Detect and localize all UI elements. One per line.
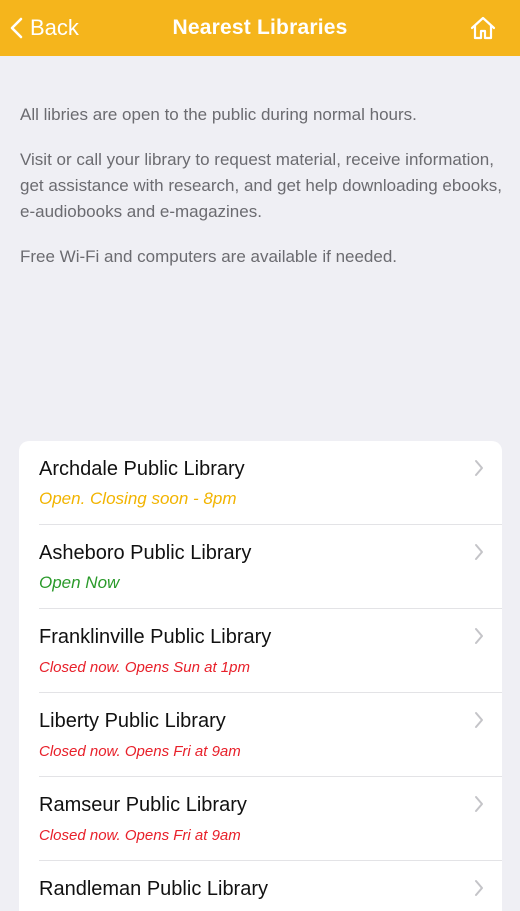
library-row-randleman[interactable]: Randleman Public Library: [19, 861, 502, 911]
back-button[interactable]: Back: [8, 0, 79, 56]
chevron-right-icon: [475, 796, 483, 812]
chevron-right-icon: [475, 628, 483, 644]
chevron-right-icon: [475, 712, 483, 728]
library-row-ramseur[interactable]: Ramseur Public Library Closed now. Opens…: [19, 777, 502, 861]
back-label: Back: [30, 15, 79, 40]
library-name: Randleman Public Library: [39, 878, 269, 900]
page-title: Nearest Libraries: [172, 16, 348, 39]
home-button[interactable]: [468, 14, 498, 42]
library-status: Closed now. Opens Fri at 9am: [39, 743, 241, 760]
intro-paragraph: All libries are open to the public durin…: [20, 105, 417, 124]
chevron-left-icon: [10, 17, 23, 39]
intro-paragraph: Visit or call your library to request ma…: [20, 150, 502, 221]
navigation-bar: Back Nearest Libraries: [0, 0, 520, 56]
library-list: Archdale Public Library Open. Closing so…: [19, 441, 502, 911]
library-row-franklinville[interactable]: Franklinville Public Library Closed now.…: [19, 609, 502, 693]
library-name: Archdale Public Library: [39, 458, 245, 480]
intro-text: All libries are open to the public durin…: [20, 102, 506, 289]
intro-paragraph: Free Wi-Fi and computers are available i…: [20, 247, 398, 266]
library-status: Closed now. Opens Fri at 9am: [39, 827, 241, 844]
chevron-right-icon: [475, 880, 483, 896]
library-name: Ramseur Public Library: [39, 794, 247, 816]
library-status: Open Now: [39, 573, 120, 592]
library-name: Asheboro Public Library: [39, 542, 252, 564]
home-icon: [470, 16, 496, 40]
chevron-right-icon: [475, 544, 483, 560]
library-row-archdale[interactable]: Archdale Public Library Open. Closing so…: [19, 441, 502, 525]
library-row-asheboro[interactable]: Asheboro Public Library Open Now: [19, 525, 502, 609]
library-status: Open. Closing soon - 8pm: [39, 489, 237, 508]
library-row-liberty[interactable]: Liberty Public Library Closed now. Opens…: [19, 693, 502, 777]
library-name: Liberty Public Library: [39, 710, 226, 732]
library-name: Franklinville Public Library: [39, 626, 272, 648]
library-status: Closed now. Opens Sun at 1pm: [39, 659, 250, 676]
chevron-right-icon: [475, 460, 483, 476]
